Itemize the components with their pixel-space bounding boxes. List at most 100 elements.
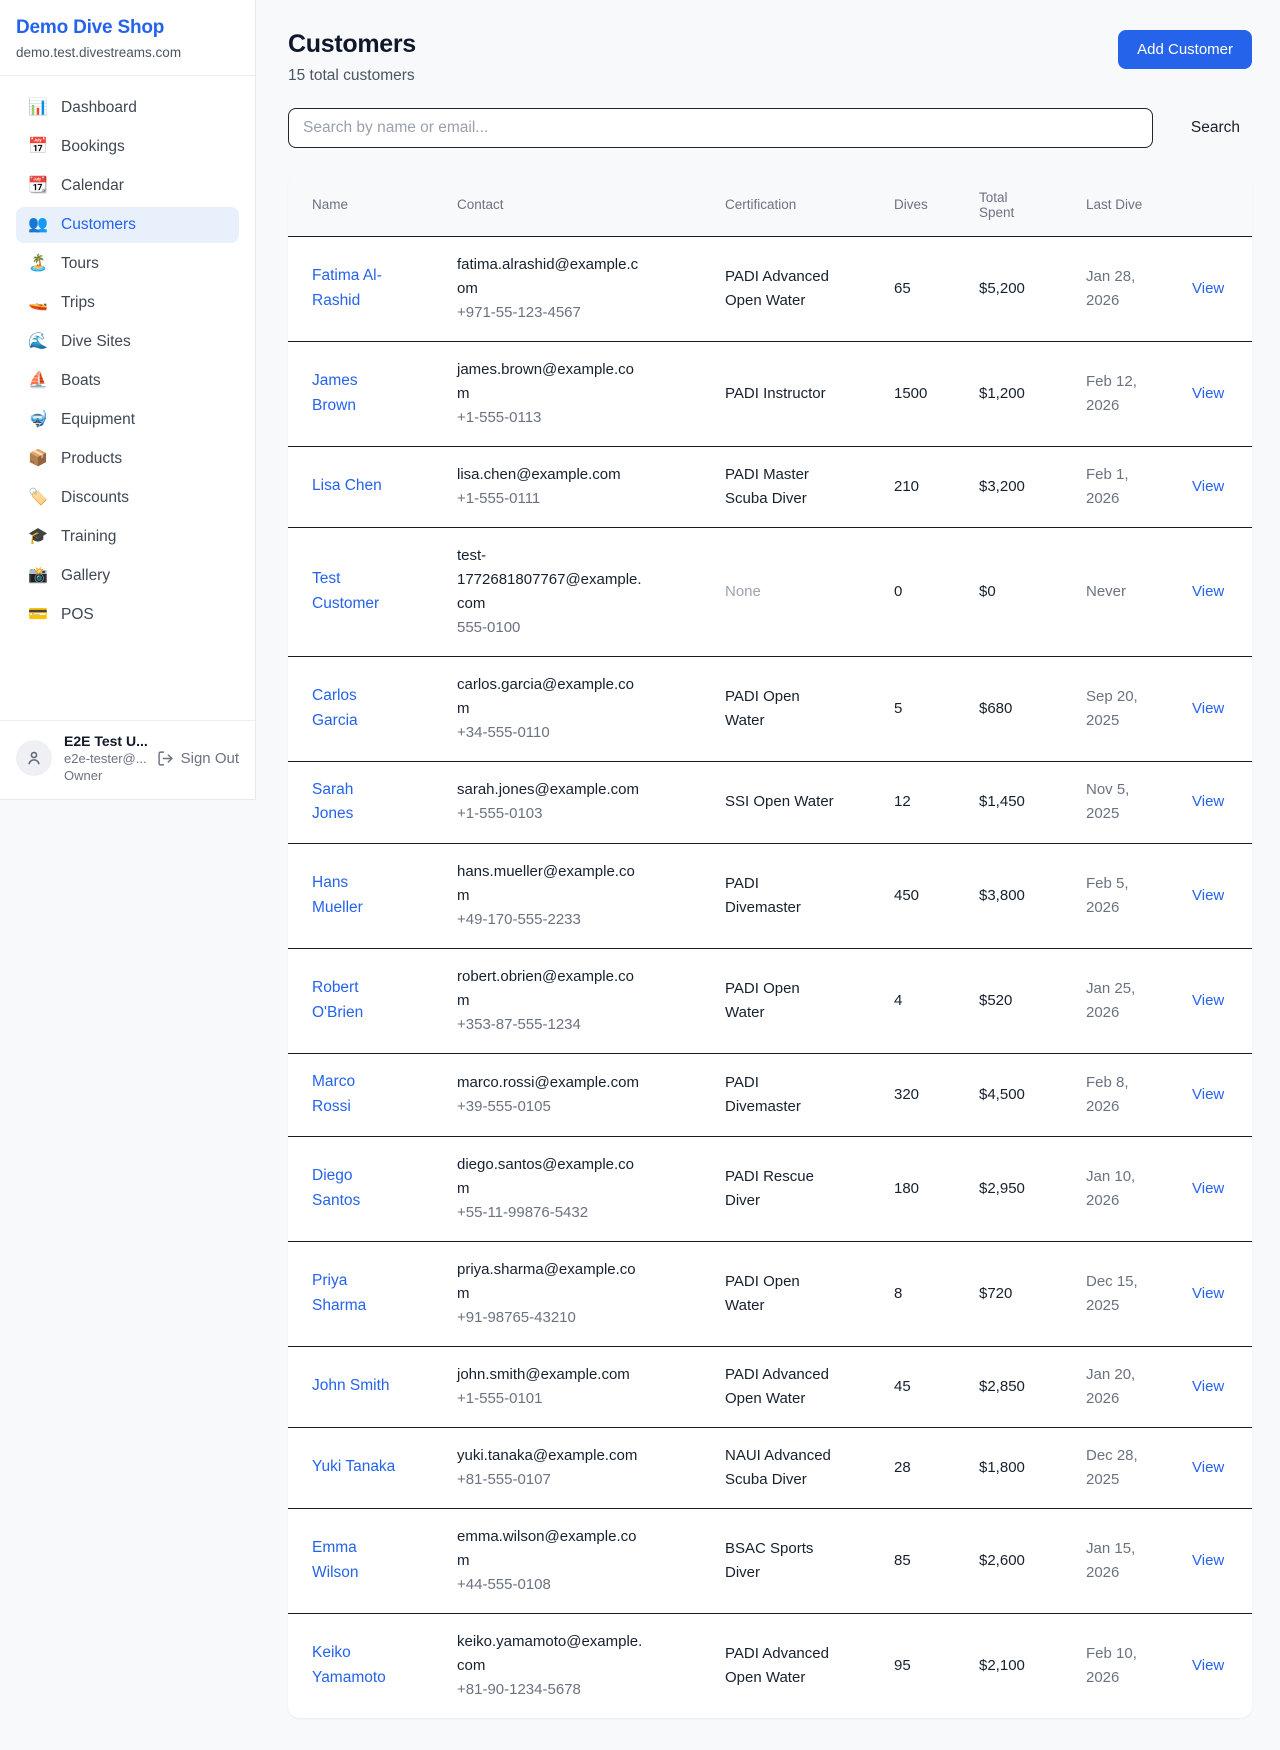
total-spent-cell: $2,950 (955, 1136, 1062, 1241)
sidebar-item-calendar[interactable]: 📆 Calendar (16, 168, 239, 204)
search-input[interactable] (288, 108, 1153, 148)
total-spent-cell: $2,600 (955, 1508, 1062, 1613)
sidebar-item-boats[interactable]: ⛵ Boats (16, 363, 239, 399)
view-link[interactable]: View (1192, 1285, 1224, 1302)
col-header-last-dive: Last Dive (1062, 174, 1168, 236)
customer-name-link[interactable]: Hans Mueller (312, 874, 363, 916)
customer-name-link[interactable]: Keiko Yamamoto (312, 1644, 386, 1686)
sidebar-item-trips[interactable]: 🚤 Trips (16, 285, 239, 321)
sidebar-item-label: Calendar (61, 177, 124, 195)
customer-email: priya.sharma@example.com (457, 1258, 645, 1306)
dives-cell: 180 (870, 1136, 955, 1241)
contact-cell: lisa.chen@example.com +1-555-0111 (433, 446, 701, 527)
col-header-total-spent: Total Spent (955, 174, 1062, 236)
user-email: e2e-tester@... (64, 751, 145, 766)
customer-name-link[interactable]: John Smith (312, 1377, 390, 1394)
customer-name-link[interactable]: Robert O'Brien (312, 979, 363, 1021)
search-row: Search (288, 108, 1252, 148)
sidebar-item-training[interactable]: 🎓 Training (16, 519, 239, 555)
dives-cell: 12 (870, 761, 955, 844)
customer-email: test-1772681807767@example.com (457, 544, 645, 616)
view-link[interactable]: View (1192, 1552, 1224, 1569)
sidebar-item-discounts[interactable]: 🏷️ Discounts (16, 480, 239, 516)
sidebar-item-gallery[interactable]: 📸 Gallery (16, 558, 239, 594)
nav-icon: 🏝️ (28, 256, 48, 272)
table-row: Emma Wilson emma.wilson@example.com +44-… (288, 1508, 1252, 1613)
sidebar-item-label: Bookings (61, 138, 125, 156)
table-row: Keiko Yamamoto keiko.yamamoto@example.co… (288, 1613, 1252, 1718)
user-role: Owner (64, 768, 145, 783)
customer-name-link[interactable]: Priya Sharma (312, 1272, 366, 1314)
contact-cell: john.smith@example.com +1-555-0101 (433, 1346, 701, 1427)
sidebar-item-customers[interactable]: 👥 Customers (16, 207, 239, 243)
customer-name-link[interactable]: James Brown (312, 372, 358, 414)
customer-phone: +1-555-0103 (457, 802, 645, 826)
certification-cell: PADI Divemaster (701, 844, 870, 949)
customer-name-link[interactable]: Yuki Tanaka (312, 1458, 395, 1475)
total-spent-cell: $5,200 (955, 236, 1062, 341)
nav-icon: 📅 (28, 139, 48, 155)
customer-name-link[interactable]: Carlos Garcia (312, 687, 358, 729)
contact-cell: yuki.tanaka@example.com +81-555-0107 (433, 1427, 701, 1508)
customer-name-link[interactable]: Diego Santos (312, 1167, 360, 1209)
sidebar-item-products[interactable]: 📦 Products (16, 441, 239, 477)
sign-out-button[interactable]: Sign Out (157, 750, 239, 767)
nav-icon: 🤿 (28, 412, 48, 428)
table-row: Marco Rossi marco.rossi@example.com +39-… (288, 1054, 1252, 1137)
view-link[interactable]: View (1192, 887, 1224, 904)
customer-name-link[interactable]: Sarah Jones (312, 781, 353, 823)
sidebar-item-label: Tours (61, 255, 99, 273)
sidebar-item-equipment[interactable]: 🤿 Equipment (16, 402, 239, 438)
last-dive-cell: Sep 20, 2025 (1062, 656, 1168, 761)
sidebar-item-dashboard[interactable]: 📊 Dashboard (16, 90, 239, 126)
view-link[interactable]: View (1192, 1657, 1224, 1674)
customer-name-link[interactable]: Marco Rossi (312, 1073, 355, 1115)
customer-phone: +1-555-0101 (457, 1387, 645, 1411)
certification-cell: PADI Open Water (701, 1241, 870, 1346)
total-spent-cell: $3,200 (955, 446, 1062, 527)
customer-email: sarah.jones@example.com (457, 778, 645, 802)
sidebar-item-bookings[interactable]: 📅 Bookings (16, 129, 239, 165)
search-button[interactable]: Search (1179, 111, 1252, 145)
view-link[interactable]: View (1192, 478, 1224, 495)
nav-icon: ⛵ (28, 373, 48, 389)
dives-cell: 8 (870, 1241, 955, 1346)
customer-email: lisa.chen@example.com (457, 463, 645, 487)
sidebar-item-pos[interactable]: 💳 POS (16, 597, 239, 633)
view-link[interactable]: View (1192, 1459, 1224, 1476)
add-customer-button[interactable]: Add Customer (1118, 30, 1252, 69)
customer-email: marco.rossi@example.com (457, 1071, 645, 1095)
sidebar-item-tours[interactable]: 🏝️ Tours (16, 246, 239, 282)
customer-name-link[interactable]: Fatima Al-Rashid (312, 267, 382, 309)
nav-icon: 🌊 (28, 334, 48, 350)
view-link[interactable]: View (1192, 700, 1224, 717)
customer-phone: +971-55-123-4567 (457, 301, 645, 325)
customer-phone: +1-555-0113 (457, 406, 645, 430)
view-link[interactable]: View (1192, 280, 1224, 297)
table-row: Yuki Tanaka yuki.tanaka@example.com +81-… (288, 1427, 1252, 1508)
view-link[interactable]: View (1192, 1180, 1224, 1197)
view-link[interactable]: View (1192, 1086, 1224, 1103)
last-dive-cell: Jan 25, 2026 (1062, 949, 1168, 1054)
user-name: E2E Test U... (64, 733, 145, 749)
sidebar-item-label: Gallery (61, 567, 110, 585)
customers-table-card: Name Contact Certification Dives Total S… (288, 174, 1252, 1718)
sidebar-item-label: Training (61, 528, 116, 546)
sidebar-item-label: Dive Sites (61, 333, 131, 351)
page-header: Customers 15 total customers Add Custome… (288, 30, 1252, 85)
view-link[interactable]: View (1192, 385, 1224, 402)
dives-cell: 320 (870, 1054, 955, 1137)
customer-name-link[interactable]: Emma Wilson (312, 1539, 359, 1581)
avatar (16, 740, 52, 776)
view-link[interactable]: View (1192, 1378, 1224, 1395)
col-header-actions (1168, 174, 1252, 236)
customer-name-link[interactable]: Test Customer (312, 570, 379, 612)
view-link[interactable]: View (1192, 793, 1224, 810)
sidebar-user-panel: E2E Test U... e2e-tester@... Owner Sign … (0, 720, 255, 799)
sidebar-item-dive-sites[interactable]: 🌊 Dive Sites (16, 324, 239, 360)
view-link[interactable]: View (1192, 992, 1224, 1009)
customer-name-link[interactable]: Lisa Chen (312, 477, 382, 494)
contact-cell: carlos.garcia@example.com +34-555-0110 (433, 656, 701, 761)
view-link[interactable]: View (1192, 583, 1224, 600)
dives-cell: 28 (870, 1427, 955, 1508)
